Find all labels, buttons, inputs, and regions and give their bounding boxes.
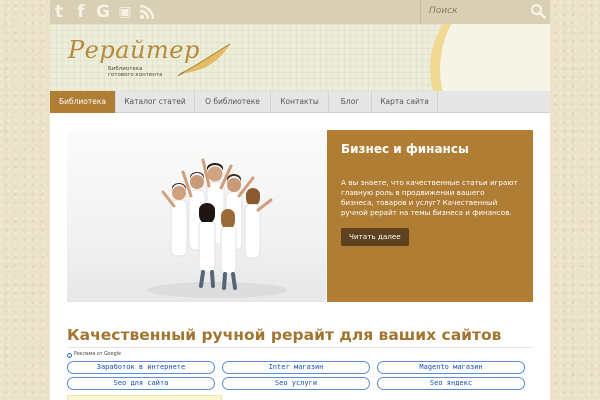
ad-link[interactable]: Inter магазин (222, 361, 370, 374)
facebook-icon[interactable]: f (72, 2, 90, 22)
google-plus-icon[interactable]: G (94, 2, 112, 22)
ad-block-strip (67, 395, 222, 400)
slide-text: А вы знаете, что качественные статьи игр… (341, 178, 518, 217)
main-content: Бизнес и финансы А вы знаете, что качест… (50, 113, 550, 400)
ads-label[interactable]: i Реклама от Google (67, 352, 121, 359)
page-title: Качественный ручной рерайт для ваших сай… (67, 326, 502, 344)
featured-slider: Бизнес и финансы А вы знаете, что качест… (67, 130, 533, 302)
nav-item-blog[interactable]: Блог (329, 91, 372, 113)
group-photo (147, 158, 287, 298)
ad-link[interactable]: Magento магазин (377, 361, 525, 374)
search-input[interactable] (429, 3, 529, 19)
site-header: Рерайтер Библиотека готового контента (50, 24, 550, 92)
info-icon: i (67, 352, 72, 359)
read-more-button[interactable]: Читать далее (341, 228, 409, 246)
search-box (420, 0, 550, 24)
main-nav: Библиотека Каталог статей О библиотеке К… (50, 91, 550, 113)
vk-icon[interactable]: ▣ (116, 2, 134, 22)
header-decoration (430, 24, 550, 92)
ad-link[interactable]: Заработок в интернете (67, 361, 215, 374)
ads-label-text: Реклама от Google (74, 352, 121, 357)
search-icon[interactable] (530, 3, 546, 19)
slide-title: Бизнес и финансы (341, 142, 469, 156)
nav-item-sitemap[interactable]: Карта сайта (372, 91, 438, 113)
ad-link[interactable]: Seo услуги (222, 377, 370, 390)
site-logo[interactable]: Рерайтер Библиотека готового контента (68, 36, 231, 84)
social-links: t f G ▣ (50, 2, 156, 22)
nav-item-library[interactable]: Библиотека (50, 91, 116, 113)
top-bar: t f G ▣ (50, 0, 550, 24)
ad-link[interactable]: Seo для сайта (67, 377, 215, 390)
logo-subtitle: Библиотека готового контента (108, 66, 163, 78)
nav-item-contacts[interactable]: Контакты (271, 91, 329, 113)
twitter-icon[interactable]: t (50, 2, 68, 22)
slide-image[interactable] (67, 130, 326, 302)
rss-icon[interactable] (138, 2, 156, 22)
ad-link[interactable]: Seo яндекс (377, 377, 525, 390)
nav-item-catalog[interactable]: Каталог статей (116, 91, 195, 113)
feather-icon (177, 43, 231, 77)
divider (67, 347, 533, 348)
slide-caption: Бизнес и финансы А вы знаете, что качест… (327, 130, 533, 302)
nav-item-about[interactable]: О библиотеке (195, 91, 271, 113)
